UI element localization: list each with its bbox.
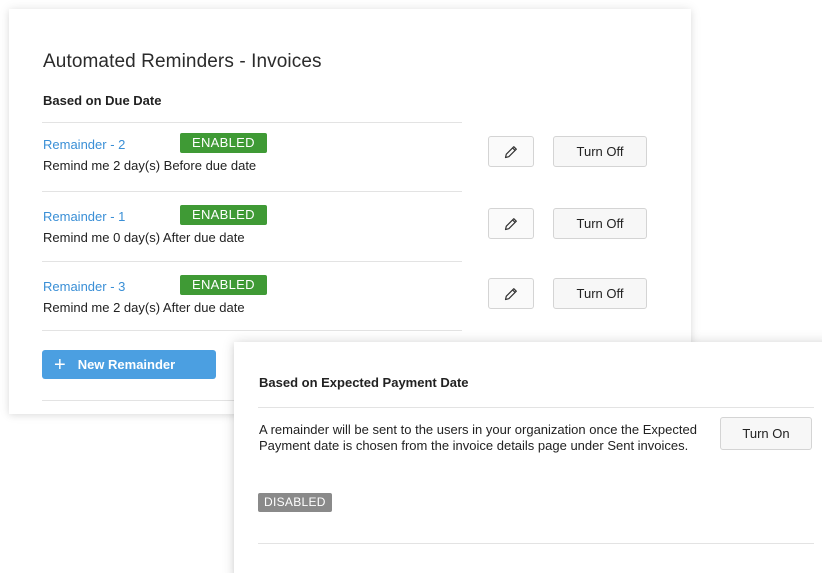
reminder-row: Remainder - 3 ENABLED Remind me 2 day(s)… bbox=[42, 275, 662, 335]
divider bbox=[42, 191, 462, 192]
pencil-icon bbox=[504, 217, 517, 230]
pencil-icon bbox=[504, 287, 517, 300]
pencil-icon bbox=[504, 145, 517, 158]
reminder-row: Remainder - 2 ENABLED Remind me 2 day(s)… bbox=[42, 133, 662, 193]
edit-button[interactable] bbox=[488, 208, 534, 239]
divider bbox=[42, 261, 462, 262]
new-reminder-label: New Remainder bbox=[77, 357, 176, 372]
turn-off-button[interactable]: Turn Off bbox=[553, 136, 647, 167]
stage: Automated Reminders - Invoices Based on … bbox=[0, 0, 822, 573]
reminder-description: Remind me 0 day(s) After due date bbox=[43, 230, 245, 245]
reminder-description: Remind me 2 day(s) Before due date bbox=[43, 158, 257, 173]
section-label-due-date: Based on Due Date bbox=[43, 93, 162, 108]
divider bbox=[42, 330, 462, 331]
section-label-expected-payment: Based on Expected Payment Date bbox=[259, 375, 469, 390]
status-badge-enabled: ENABLED bbox=[180, 275, 267, 295]
edit-button[interactable] bbox=[488, 278, 534, 309]
reminder-name-link[interactable]: Remainder - 3 bbox=[43, 279, 125, 294]
turn-on-button[interactable]: Turn On bbox=[720, 417, 812, 450]
edit-button[interactable] bbox=[488, 136, 534, 167]
new-reminder-button[interactable]: + New Remainder bbox=[42, 350, 216, 379]
status-badge-enabled: ENABLED bbox=[180, 205, 267, 225]
reminder-name-link[interactable]: Remainder - 2 bbox=[43, 137, 125, 152]
divider bbox=[42, 122, 462, 123]
reminder-name-link[interactable]: Remainder - 1 bbox=[43, 209, 125, 224]
page-title: Automated Reminders - Invoices bbox=[43, 51, 322, 72]
expected-payment-description: A remainder will be sent to the users in… bbox=[259, 422, 697, 453]
status-badge-disabled: DISABLED bbox=[258, 493, 332, 512]
turn-off-button[interactable]: Turn Off bbox=[553, 278, 647, 309]
reminder-row: Remainder - 1 ENABLED Remind me 0 day(s)… bbox=[42, 205, 662, 265]
divider bbox=[258, 543, 814, 544]
reminder-description: Remind me 2 day(s) After due date bbox=[43, 300, 245, 315]
expected-payment-card: Based on Expected Payment Date A remaind… bbox=[234, 342, 822, 573]
divider bbox=[258, 407, 814, 408]
plus-icon: + bbox=[54, 353, 66, 376]
status-badge-enabled: ENABLED bbox=[180, 133, 267, 153]
turn-off-button[interactable]: Turn Off bbox=[553, 208, 647, 239]
